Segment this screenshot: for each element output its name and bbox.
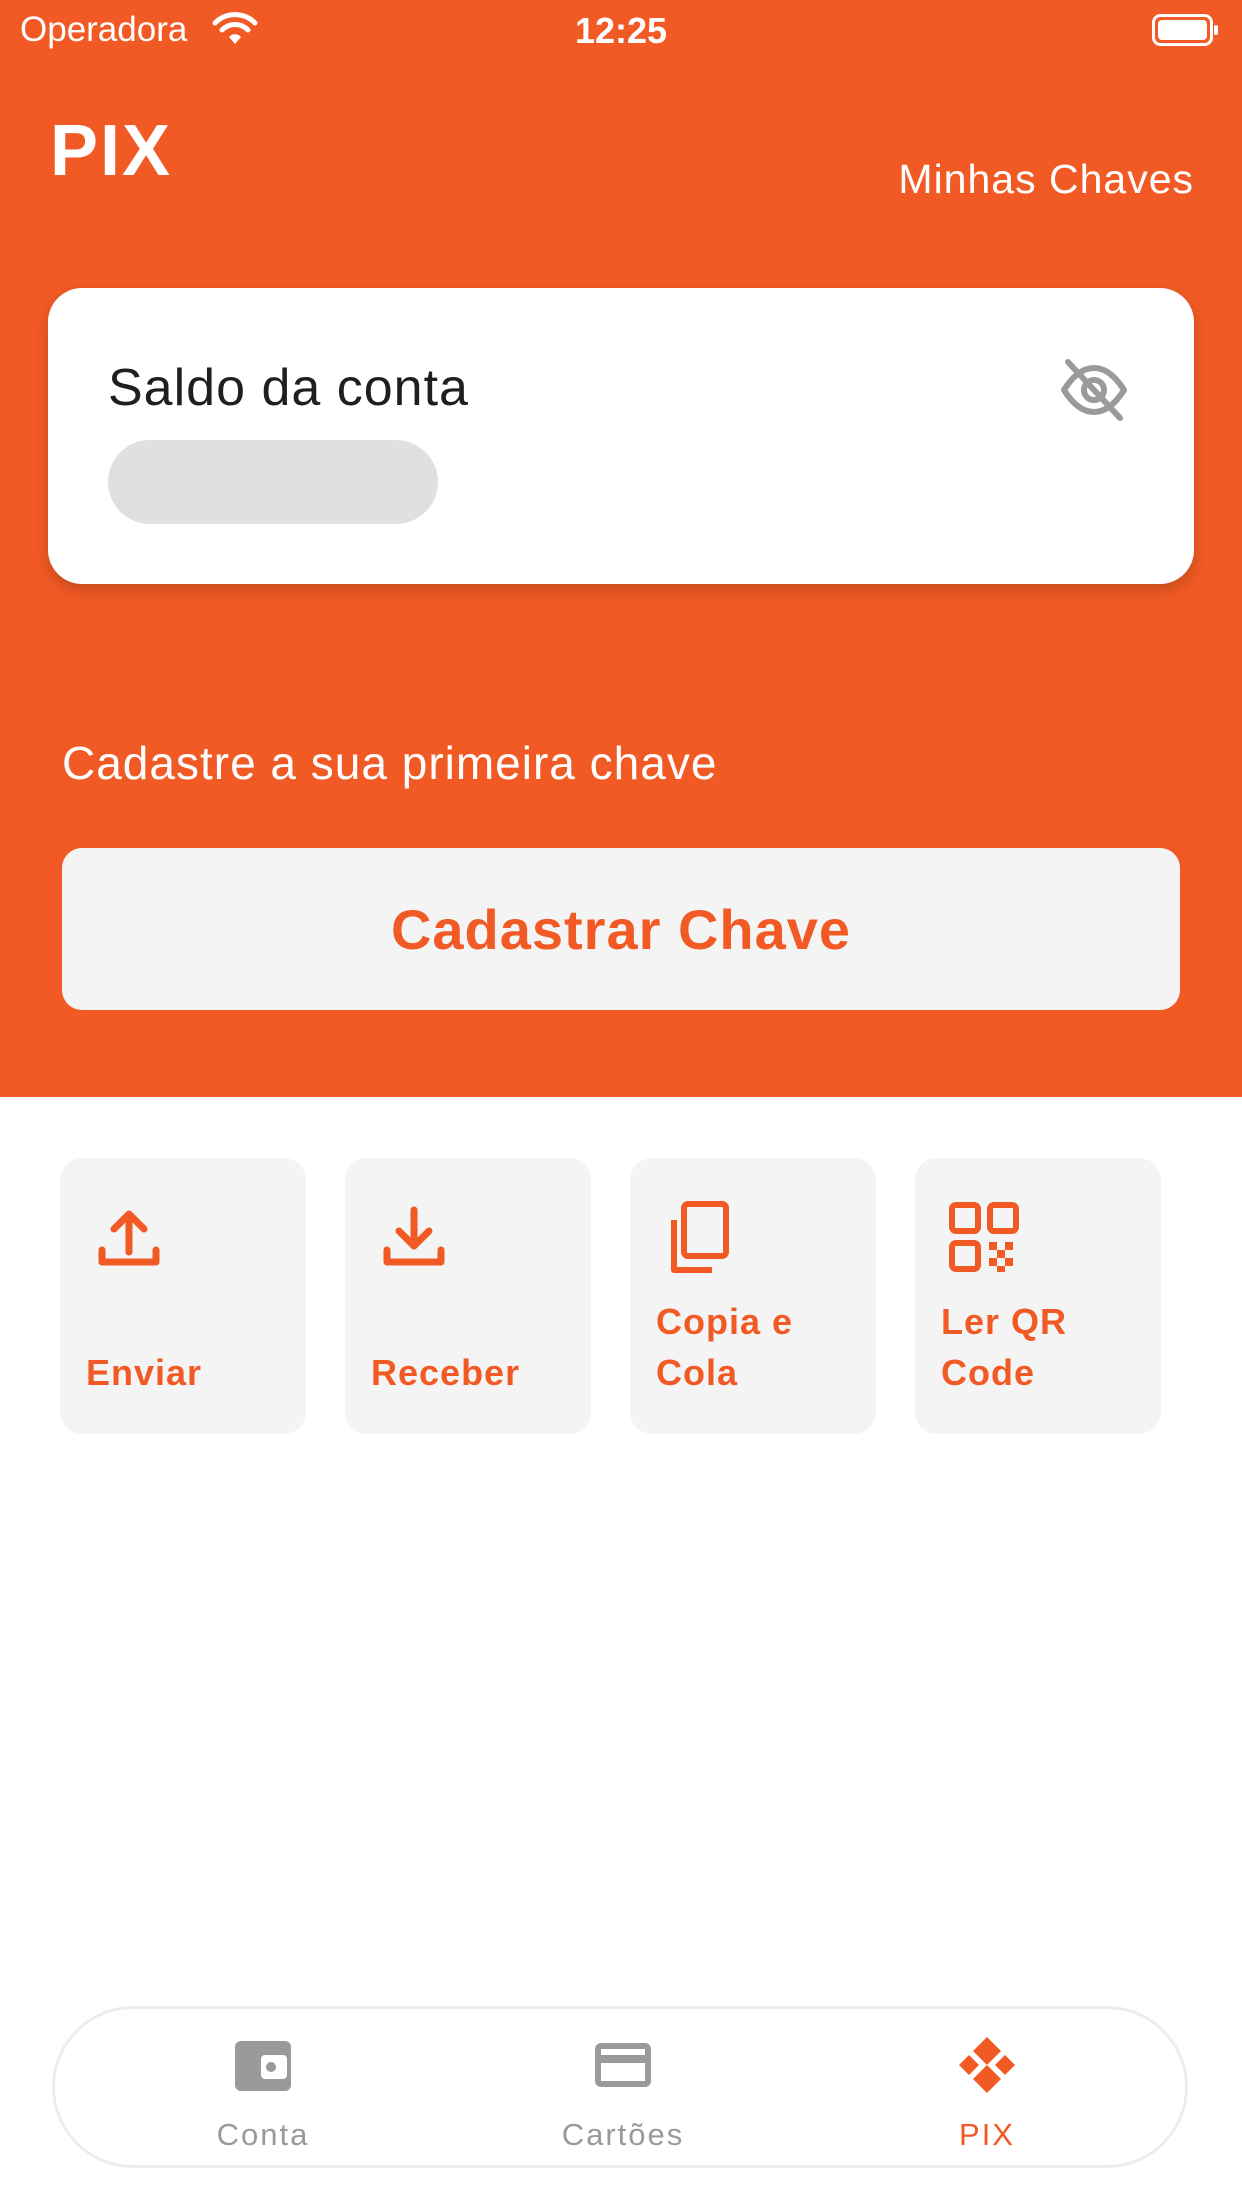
copy-icon (671, 1201, 729, 1273)
send-button[interactable]: Enviar (60, 1158, 306, 1434)
receive-label: Receber (371, 1352, 521, 1393)
upload-icon (98, 1210, 160, 1266)
tab-bar: Conta Cartões PIX (52, 2006, 1188, 2168)
eye-off-icon[interactable] (1058, 354, 1130, 426)
send-label: Enviar (86, 1352, 203, 1393)
register-hint: Cadastre a sua primeira chave (62, 737, 718, 789)
read-qr-label: Ler QR Code (941, 1301, 1068, 1393)
wallet-icon (235, 2041, 291, 2091)
tab-cards[interactable]: Cartões (473, 2009, 773, 2169)
battery-icon (1152, 14, 1218, 46)
tab-pix-label: PIX (959, 2117, 1015, 2152)
tab-pix[interactable]: PIX (837, 2009, 1137, 2169)
page-title: PIX (50, 111, 173, 191)
balance-hidden-placeholder (108, 440, 438, 524)
balance-label: Saldo da conta (108, 359, 469, 417)
receive-button[interactable]: Receber (345, 1158, 591, 1434)
tab-account-label: Conta (216, 2117, 310, 2152)
pix-icon (959, 2037, 1015, 2093)
status-time: 12:25 (574, 10, 668, 51)
status-bar: Operadora 12:25 (0, 0, 1242, 64)
read-qr-button[interactable]: Ler QR Code (915, 1158, 1161, 1434)
tab-cards-label: Cartões (561, 2117, 685, 2152)
card-icon (595, 2043, 651, 2087)
tab-account[interactable]: Conta (113, 2009, 413, 2169)
qr-code-icon (949, 1202, 1019, 1272)
register-key-button[interactable]: Cadastrar Chave (62, 848, 1180, 1010)
copy-paste-button[interactable]: Copia e Cola (630, 1158, 876, 1434)
my-keys-link[interactable]: Minhas Chaves (898, 156, 1194, 203)
download-icon (383, 1206, 445, 1266)
balance-card: Saldo da conta (48, 288, 1194, 584)
copy-paste-label: Copia e Cola (656, 1301, 794, 1393)
